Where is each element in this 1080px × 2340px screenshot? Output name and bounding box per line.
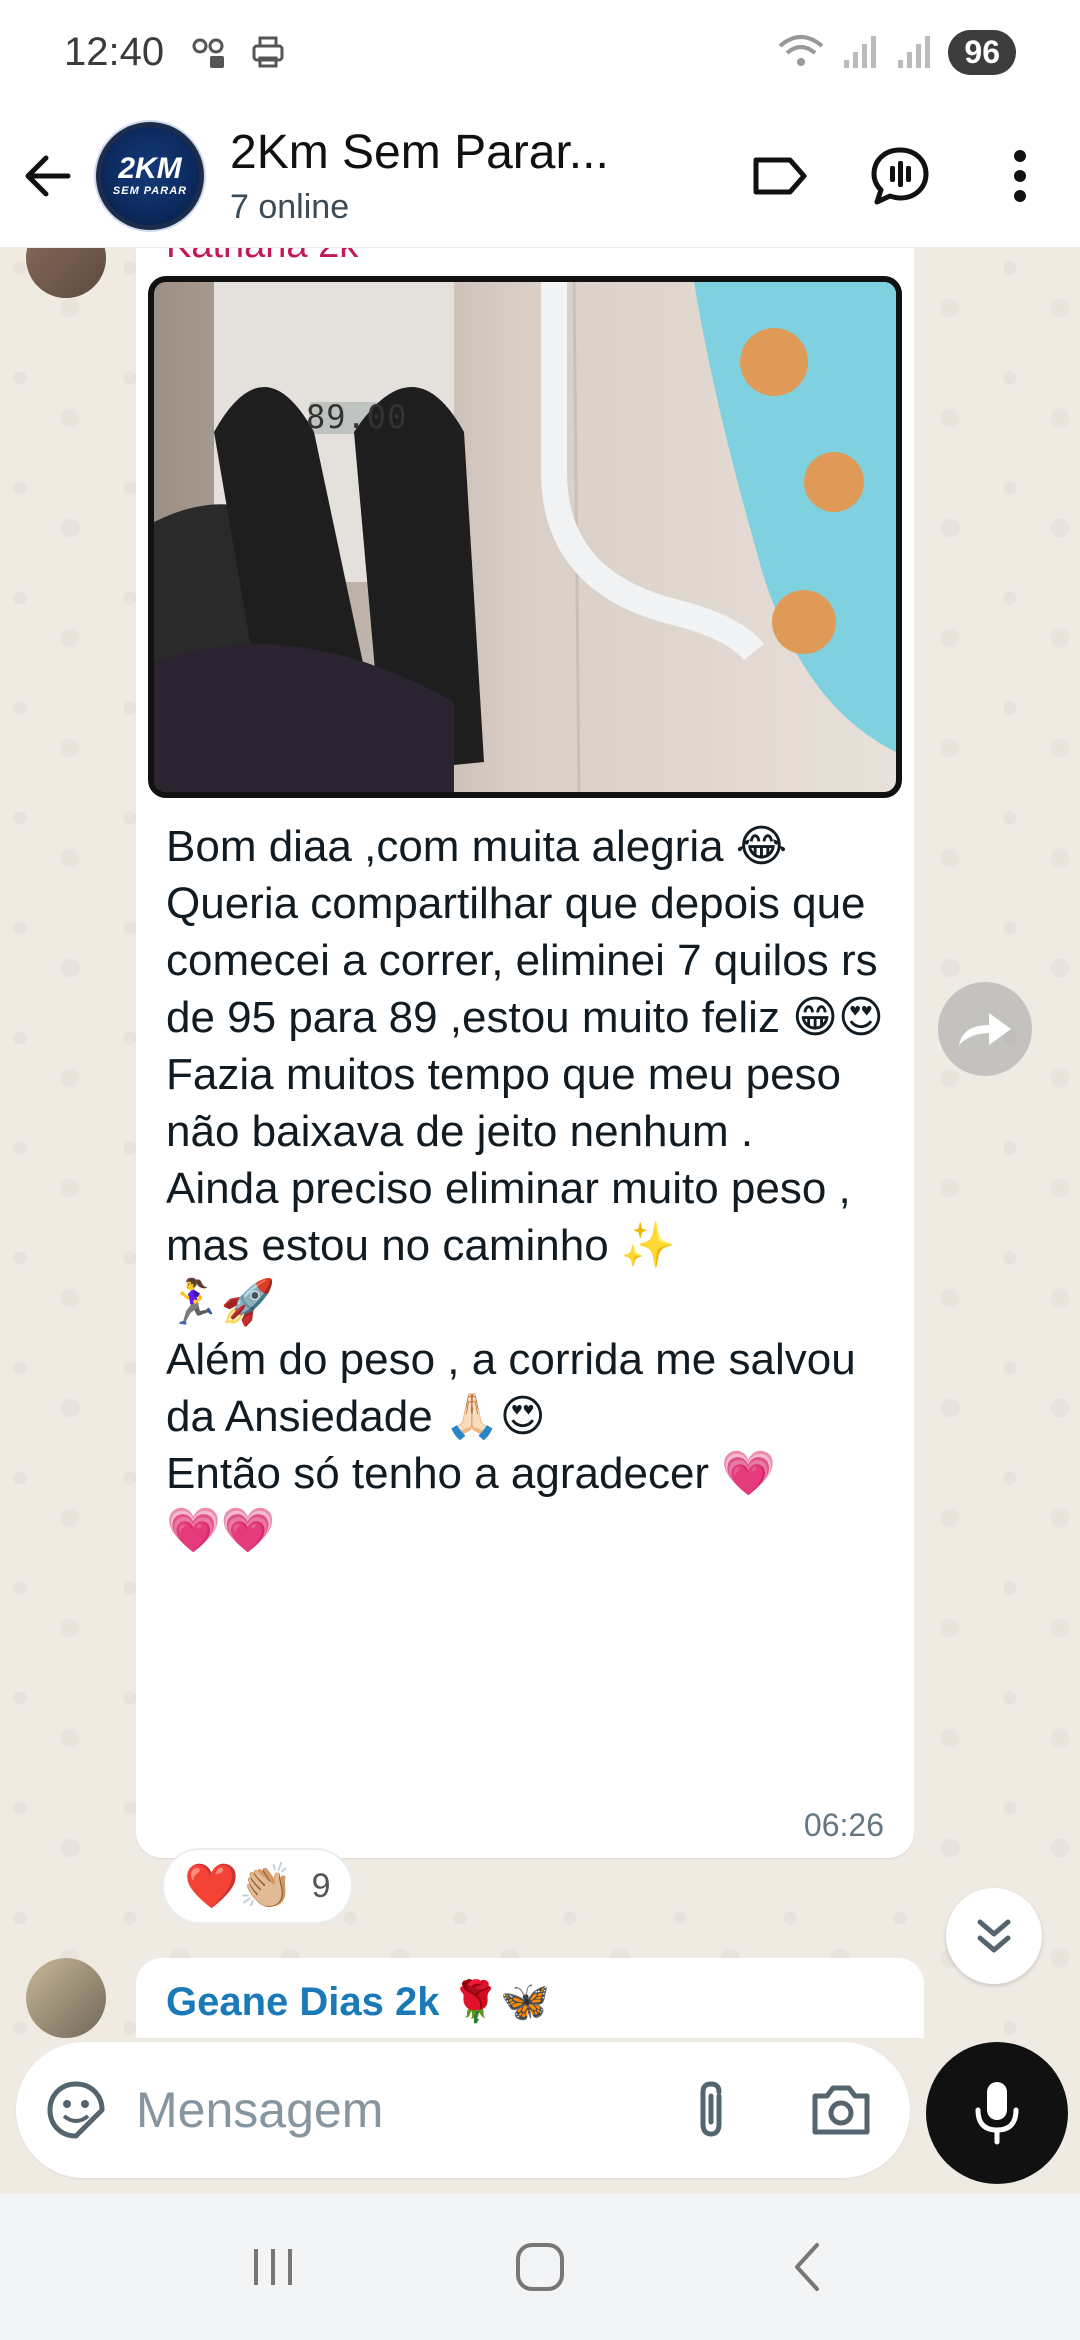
message-time: 06:26 <box>803 1807 884 1843</box>
attach-button[interactable] <box>646 2078 776 2142</box>
message-paragraph: Bom diaa ,com muita alegria 😂 <box>166 822 788 871</box>
voice-record-button[interactable] <box>926 2042 1068 2184</box>
arrow-left-icon <box>25 155 71 196</box>
message-paragraph: Queria compartilhar que depois que comec… <box>166 879 903 1042</box>
more-vertical-icon <box>1014 149 1026 202</box>
chat-title: 2Km Sem Parar... <box>230 125 609 179</box>
chevron-left-icon <box>794 2243 819 2291</box>
reaction-emojis: ❤️👏🏼 <box>184 1862 294 1911</box>
online-count: 7 online <box>230 187 350 226</box>
printer-icon <box>252 36 284 68</box>
status-time: 12:40 <box>64 29 165 74</box>
voice-chat-icon <box>871 147 929 204</box>
double-chevron-down-icon <box>977 1919 1011 1953</box>
chat-area[interactable]: Katriana 2k <box>0 248 1080 2038</box>
back-nav-button[interactable] <box>747 2207 867 2327</box>
recent-apps-icon <box>254 2249 293 2285</box>
sender-name-text: Geane Dias 2k <box>166 1980 440 2024</box>
voicemail-lock-icon <box>192 38 225 68</box>
forward-button[interactable] <box>938 982 1032 1076</box>
avatar-small-text: SEM PARAR <box>112 184 188 197</box>
label-icon <box>753 157 807 194</box>
home-button[interactable] <box>480 2207 600 2327</box>
scale-photo-image <box>154 282 896 792</box>
message-bubble[interactable]: Geane Dias 2k 🌹🦋 <box>136 1958 924 2038</box>
status-bar: 12:40 96 <box>0 0 1080 104</box>
forward-icon <box>959 1013 1011 1045</box>
sender-avatar[interactable] <box>26 1958 106 2038</box>
microphone-icon <box>975 2082 1019 2145</box>
signal-icon <box>898 36 931 68</box>
signal-icon <box>844 36 877 68</box>
message-paragraph: Então só tenho a agradecer 💗 <box>166 1449 777 1498</box>
header-info[interactable]: 2Km Sem Parar... 7 online <box>230 125 720 227</box>
chat-header: 2KM SEM PARAR 2Km Sem Parar... 7 online <box>0 104 1080 248</box>
back-button[interactable] <box>0 104 96 247</box>
more-options-button[interactable] <box>960 116 1080 236</box>
message-paragraph: Além do peso , a corrida me salvou da An… <box>166 1335 868 1441</box>
battery-level: 96 <box>948 29 1016 75</box>
paperclip-icon <box>700 2081 722 2137</box>
header-actions <box>720 116 1080 236</box>
sender-name[interactable]: Geane Dias 2k 🌹🦋 <box>166 1978 550 2025</box>
voice-chat-button[interactable] <box>840 116 960 236</box>
scroll-to-bottom-button[interactable] <box>946 1888 1042 1984</box>
system-nav-bar <box>0 2194 1080 2340</box>
composer <box>0 2038 1080 2188</box>
reactions-pill[interactable]: ❤️👏🏼 9 <box>162 1848 353 1924</box>
group-avatar[interactable]: 2KM SEM PARAR <box>96 121 204 230</box>
sender-name-emojis: 🌹🦋 <box>450 1980 551 2024</box>
status-left-icons <box>190 32 288 72</box>
reaction-count: 9 <box>311 1866 331 1905</box>
message-bubble[interactable]: Katriana 2k <box>136 248 914 1858</box>
message-paragraph: 🏃‍♀️🚀 <box>166 1278 276 1327</box>
message-paragraph: Fazia muitos tempo que meu peso não baix… <box>166 1050 854 1156</box>
sticker-smiley-icon <box>47 2081 105 2139</box>
sender-avatar[interactable] <box>26 248 106 298</box>
message-photo[interactable]: 89.00 <box>148 276 902 798</box>
message-text: Bom diaa ,com muita alegria 😂 Queria com… <box>166 818 886 1559</box>
avatar-big-text: 2KM <box>118 151 182 185</box>
camera-button[interactable] <box>776 2082 906 2138</box>
scale-display-reading: 89.00 <box>306 398 408 436</box>
wifi-icon <box>779 35 824 66</box>
message-input[interactable] <box>136 2081 646 2139</box>
recent-apps-button[interactable] <box>213 2207 333 2327</box>
camera-icon <box>812 2085 870 2135</box>
message-input-box[interactable] <box>16 2042 910 2178</box>
label-button[interactable] <box>720 116 840 236</box>
home-icon <box>515 2243 564 2291</box>
status-right: 96 <box>776 29 1016 75</box>
message-paragraph: 💗💗 <box>166 1506 276 1555</box>
message-paragraph: Ainda preciso eliminar muito peso , mas … <box>166 1164 864 1270</box>
sticker-button[interactable] <box>16 2078 136 2142</box>
sender-name[interactable]: Katriana 2k <box>166 248 358 267</box>
